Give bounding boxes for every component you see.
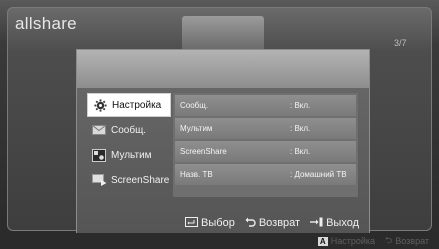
menu-item-settings[interactable]: Настройка [87, 93, 171, 117]
banner-image [182, 16, 264, 52]
setting-row-screenshare[interactable]: ScreenShare : Вкл. [175, 141, 356, 162]
setting-value: : Вкл. [290, 124, 311, 133]
settings-shortcut[interactable]: A Настройка [317, 236, 376, 246]
exit-label: Выход [326, 217, 359, 229]
menu-item-label: Сообщ. [111, 124, 147, 136]
bottom-bar: A Настройка ⮌ Возврат [0, 233, 439, 249]
settings-shortcut-label: Настройка [330, 236, 376, 246]
select-label: Выбор [201, 217, 235, 229]
enter-icon [185, 216, 199, 230]
settings-dialog: Настройка Сообщ. Мультим ScreenShare Соо… [76, 49, 370, 234]
setting-label: Сообщ. [180, 101, 209, 110]
screen-share-icon [91, 173, 107, 187]
envelope-icon [91, 123, 107, 137]
settings-list: Сообщ. : Вкл. Мультим : Вкл. ScreenShare… [173, 93, 358, 197]
setting-row-tv-name[interactable]: Назв. ТВ : Домашний ТВ [175, 164, 356, 185]
back-shortcut[interactable]: ⮌ Возврат [385, 233, 429, 249]
a-key-icon: A [317, 236, 328, 246]
menu-item-label: ScreenShare [111, 174, 170, 186]
menu-item-screenshare[interactable]: ScreenShare [87, 168, 171, 192]
side-menu: Настройка Сообщ. Мультим ScreenShare [87, 93, 171, 193]
exit-button[interactable]: Выход [310, 217, 359, 230]
gear-icon [92, 98, 108, 112]
setting-row-multimedia[interactable]: Мультим : Вкл. [175, 118, 356, 139]
back-button[interactable]: Возврат [245, 217, 300, 230]
setting-value: : Вкл. [290, 147, 311, 156]
return-icon: ⮌ [385, 235, 393, 245]
back-shortcut-label: Возврат [395, 236, 429, 246]
select-button[interactable]: Выбор [185, 216, 235, 230]
back-label: Возврат [258, 217, 301, 229]
app-logo: allshare [15, 14, 77, 33]
setting-value: : Домашний ТВ [290, 170, 347, 179]
menu-item-messages[interactable]: Сообщ. [87, 118, 171, 142]
dialog-footer: Выбор Возврат Выход [77, 213, 369, 233]
setting-label: ScreenShare [180, 147, 227, 156]
return-icon [245, 217, 256, 230]
media-icon [91, 148, 107, 162]
setting-label: Мультим [180, 124, 213, 133]
setting-value: : Вкл. [290, 101, 311, 110]
dialog-header [77, 50, 369, 88]
setting-row-messages[interactable]: Сообщ. : Вкл. [175, 95, 356, 116]
tv-screen: allshare 3/7 Настройка Сообщ. Мультим Sc… [0, 0, 439, 249]
menu-item-label: Настройка [112, 99, 162, 111]
menu-item-label: Мультим [111, 149, 152, 161]
menu-item-multimedia[interactable]: Мультим [87, 143, 171, 167]
dialog-body: Настройка Сообщ. Мультим ScreenShare Соо… [87, 88, 359, 222]
exit-icon [310, 217, 323, 230]
page-count: 3/7 [394, 38, 407, 48]
setting-label: Назв. ТВ [180, 170, 213, 179]
